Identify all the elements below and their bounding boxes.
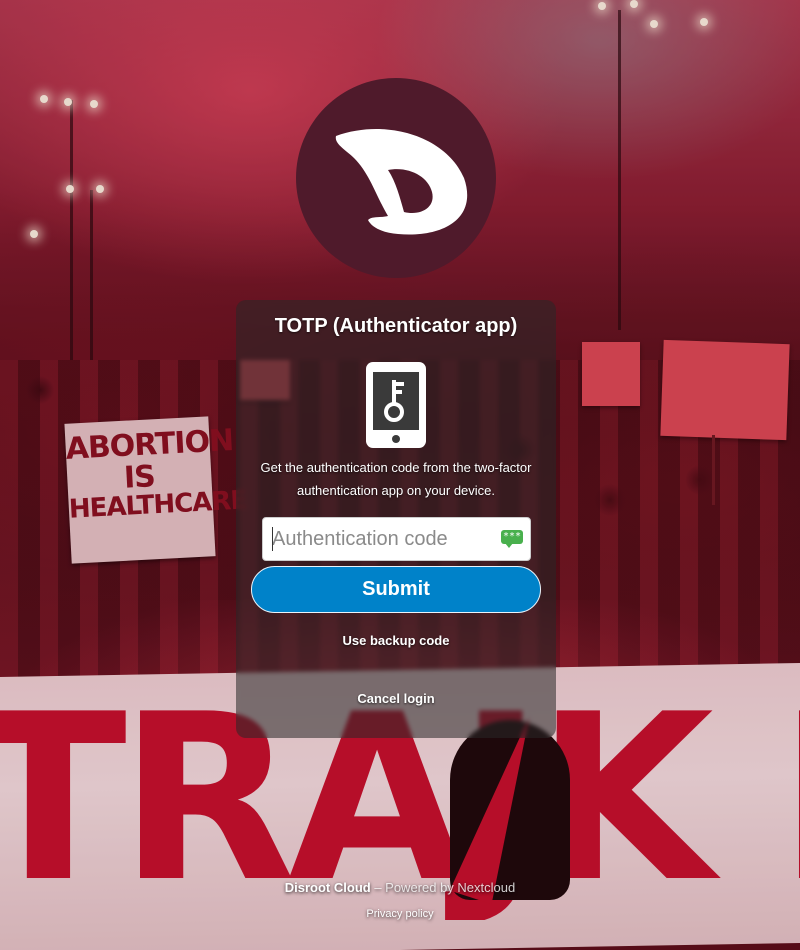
cancel-login-link[interactable]: Cancel login	[236, 691, 556, 706]
submit-button[interactable]: Submit	[251, 566, 541, 613]
footer-separator: – Powered by	[370, 880, 458, 895]
phone-key-icon	[366, 362, 426, 448]
page-title: TOTP (Authenticator app)	[274, 315, 518, 337]
password-manager-icon[interactable]: ***	[501, 530, 523, 548]
text-caret	[272, 527, 273, 551]
privacy-policy-link[interactable]: Privacy policy	[366, 908, 433, 920]
diaspora-d-logo-icon	[296, 78, 496, 278]
use-backup-code-link[interactable]: Use backup code	[236, 633, 556, 648]
nextcloud-link[interactable]: Nextcloud	[457, 880, 515, 895]
authentication-code-input[interactable]	[262, 517, 531, 561]
instructions-text: Get the authentication code from the two…	[260, 460, 532, 498]
footer-brand-link[interactable]: Disroot Cloud	[285, 880, 371, 895]
footer-credits: Disroot Cloud – Powered by Nextcloud	[0, 880, 800, 895]
